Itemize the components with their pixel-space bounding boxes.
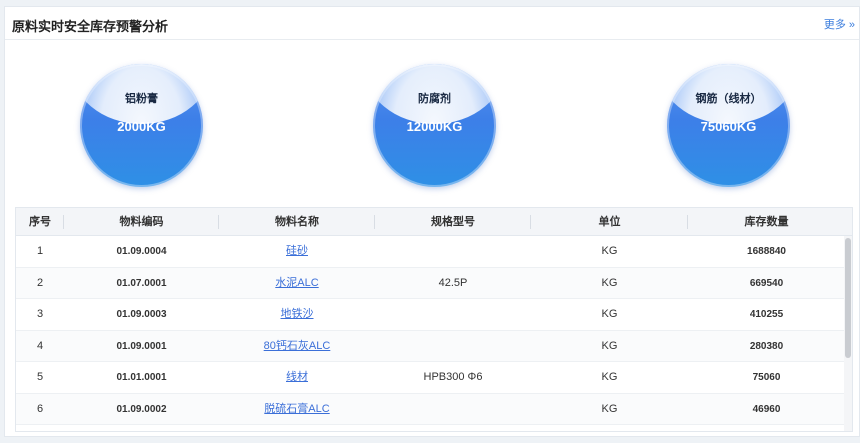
cell-code: 01.09.0003 (116, 309, 167, 320)
cell-name: 80钙石灰ALC (219, 331, 375, 362)
cell-qty: 669540 (749, 277, 784, 289)
cell-qty: 75060 (752, 372, 781, 383)
cell-code: 01.01.0001 (116, 372, 167, 383)
cell-code: 01.07.0001 (116, 277, 167, 289)
stock-bubble: 钢筋（线材） 75060KG (667, 64, 790, 187)
cell-spec (375, 394, 531, 425)
cell-qty: 280380 (749, 340, 784, 352)
stock-table: 序号 物料编码 物料名称 规格型号 单位 库存数量 1 01.09.0004 硅… (15, 207, 853, 432)
material-link[interactable]: 硅砂 (286, 245, 308, 257)
cell-qty: 410255 (749, 309, 784, 320)
cell-spec (375, 299, 531, 330)
bubble-stock-value: 2000KG (117, 119, 166, 134)
table-row: 5 01.01.0001 线材 HPB300 Φ6 KG 75060 (16, 362, 852, 394)
scrollbar-thumb[interactable] (845, 238, 851, 358)
cell-spec (375, 331, 531, 362)
more-label: 更多 (823, 19, 846, 31)
table-row: 3 01.09.0003 地铁沙 KG 410255 (16, 299, 852, 331)
column-header-unit: 单位 (531, 208, 688, 235)
stock-warning-panel: 原料实时安全库存预警分析 更多» 铝粉膏 2000KG 防腐剂 12000KG … (4, 6, 860, 437)
cell-unit: KG (601, 308, 618, 320)
bubble-material-name: 防腐剂 (418, 93, 451, 105)
cell-name: 水泥ALC (219, 268, 375, 299)
table-header: 序号 物料编码 物料名称 规格型号 单位 库存数量 (16, 208, 852, 236)
cell-name: 硅砂 (219, 236, 375, 267)
cell-name: 线材 (219, 362, 375, 393)
bubble-stock-value: 12000KG (406, 119, 463, 134)
table-row: 4 01.09.0001 80钙石灰ALC KG 280380 (16, 330, 852, 362)
cell-index: 6 (36, 402, 44, 415)
bubble-stock-value: 75060KG (700, 119, 757, 134)
bubble-material-name: 钢筋（线材） (695, 93, 762, 105)
stock-bubble: 铝粉膏 2000KG (80, 64, 203, 187)
material-link[interactable]: 线材 (286, 371, 308, 383)
material-link[interactable]: 地铁沙 (281, 308, 314, 320)
cell-index: 1 (36, 245, 44, 257)
material-link[interactable]: 水泥ALC (275, 277, 318, 289)
column-header-name: 物料名称 (219, 208, 375, 235)
column-header-code: 物料编码 (64, 208, 219, 235)
stock-bubble: 防腐剂 12000KG (373, 64, 496, 187)
bubble-material-name: 铝粉膏 (125, 93, 158, 105)
cell-qty: 1688840 (747, 246, 786, 257)
cell-code: 01.09.0004 (116, 246, 167, 257)
cell-index: 5 (36, 371, 44, 383)
column-header-spec: 规格型号 (375, 208, 531, 235)
more-link[interactable]: 更多» (824, 16, 855, 32)
table-scrollbar[interactable] (844, 236, 852, 431)
table-row: 2 01.07.0001 水泥ALC 42.5P KG 669540 (16, 267, 852, 299)
table-row: 1 01.09.0004 硅砂 KG 1688840 (16, 236, 852, 268)
cell-spec: 42.5P (438, 276, 468, 289)
table-row: 6 01.09.0002 脱硫石膏ALC KG 46960 (16, 393, 852, 425)
cell-unit: KG (601, 402, 618, 415)
cell-spec: HPB300 Φ6 (423, 371, 483, 383)
cell-unit: KG (601, 371, 618, 383)
cell-name: 地铁沙 (219, 299, 375, 330)
cell-qty: 46960 (752, 403, 781, 415)
cell-index: 4 (36, 339, 44, 352)
panel-title: 原料实时安全库存预警分析 (12, 19, 169, 34)
cell-name: 脱硫石膏ALC (219, 394, 375, 425)
cell-index: 2 (36, 276, 44, 289)
material-link[interactable]: 脱硫石膏ALC (264, 403, 329, 415)
table-body[interactable]: 1 01.09.0004 硅砂 KG 1688840 2 01.07.0001 … (16, 236, 852, 431)
column-header-index: 序号 (16, 208, 64, 235)
cell-unit: KG (601, 276, 618, 289)
cell-spec (375, 236, 531, 267)
cell-unit: KG (601, 245, 618, 257)
material-link[interactable]: 80钙石灰ALC (264, 340, 331, 352)
double-chevron-right-icon: » (848, 19, 855, 31)
cell-code: 01.09.0001 (116, 340, 167, 352)
panel-header: 原料实时安全库存预警分析 更多» (5, 7, 859, 40)
cell-code: 01.09.0002 (116, 403, 167, 415)
column-header-qty: 库存数量 (744, 216, 789, 228)
cell-unit: KG (601, 339, 618, 352)
cell-index: 3 (36, 308, 44, 320)
